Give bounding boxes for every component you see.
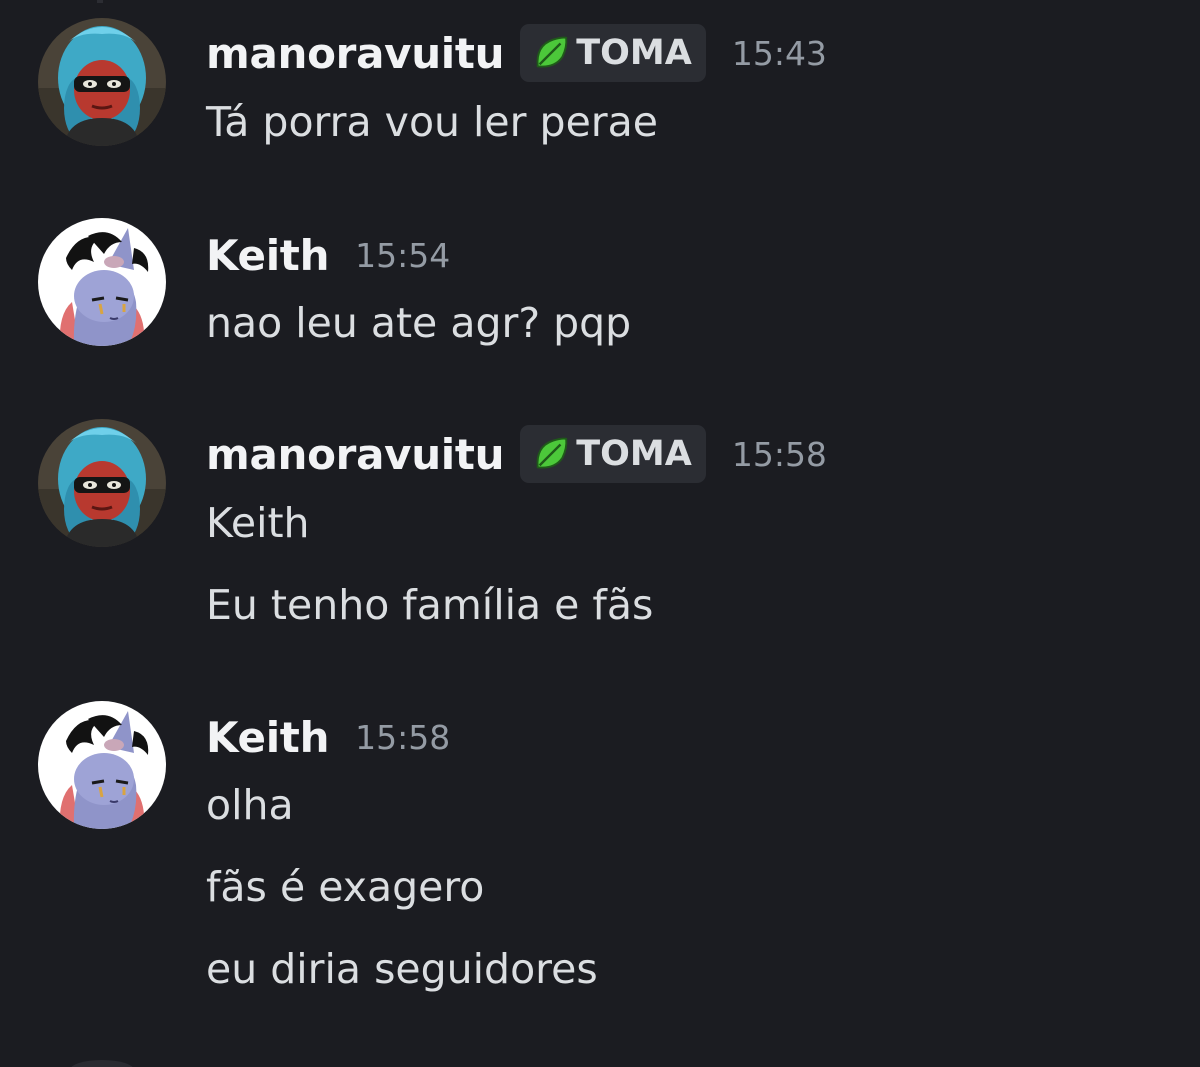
timestamp[interactable]: 15:43 <box>732 34 827 73</box>
blue-hair-character-avatar-icon <box>38 18 166 146</box>
previous-message-edge <box>97 0 103 3</box>
leaf-icon <box>536 36 568 68</box>
message-text: Tá porra vou ler perae <box>206 98 659 146</box>
avatar-keith[interactable] <box>38 218 166 346</box>
username[interactable]: manoravuitu <box>206 29 505 78</box>
message-header: Keith 15:58 <box>206 706 450 768</box>
role-tag[interactable]: TOMA <box>520 425 706 483</box>
avatar-keith[interactable] <box>38 701 166 829</box>
leaf-icon <box>536 437 568 469</box>
avatar-manoravuitu[interactable] <box>38 419 166 547</box>
message-text: olha <box>206 781 294 829</box>
role-tag-label: TOMA <box>576 33 692 73</box>
purple-pony-character-avatar-icon <box>38 218 166 346</box>
username[interactable]: Keith <box>206 713 329 762</box>
timestamp[interactable]: 15:54 <box>355 236 450 275</box>
message-text: nao leu ate agr? pqp <box>206 299 632 347</box>
next-avatar-edge <box>70 1060 134 1067</box>
avatar-manoravuitu[interactable] <box>38 18 166 146</box>
timestamp[interactable]: 15:58 <box>732 435 827 474</box>
username[interactable]: manoravuitu <box>206 430 505 479</box>
message-text: Eu tenho família e fãs <box>206 581 654 629</box>
username[interactable]: Keith <box>206 231 329 280</box>
message-text: eu diria seguidores <box>206 945 598 993</box>
message-header: Keith 15:54 <box>206 224 450 286</box>
message-header: manoravuitu TOMA 15:58 <box>206 423 827 485</box>
message-header: manoravuitu TOMA 15:43 <box>206 22 827 84</box>
role-tag[interactable]: TOMA <box>520 24 706 82</box>
timestamp[interactable]: 15:58 <box>355 718 450 757</box>
purple-pony-character-avatar-icon <box>38 701 166 829</box>
message-text: fãs é exagero <box>206 863 485 911</box>
message-text: Keith <box>206 499 310 547</box>
role-tag-label: TOMA <box>576 434 692 474</box>
blue-hair-character-avatar-icon <box>38 419 166 547</box>
